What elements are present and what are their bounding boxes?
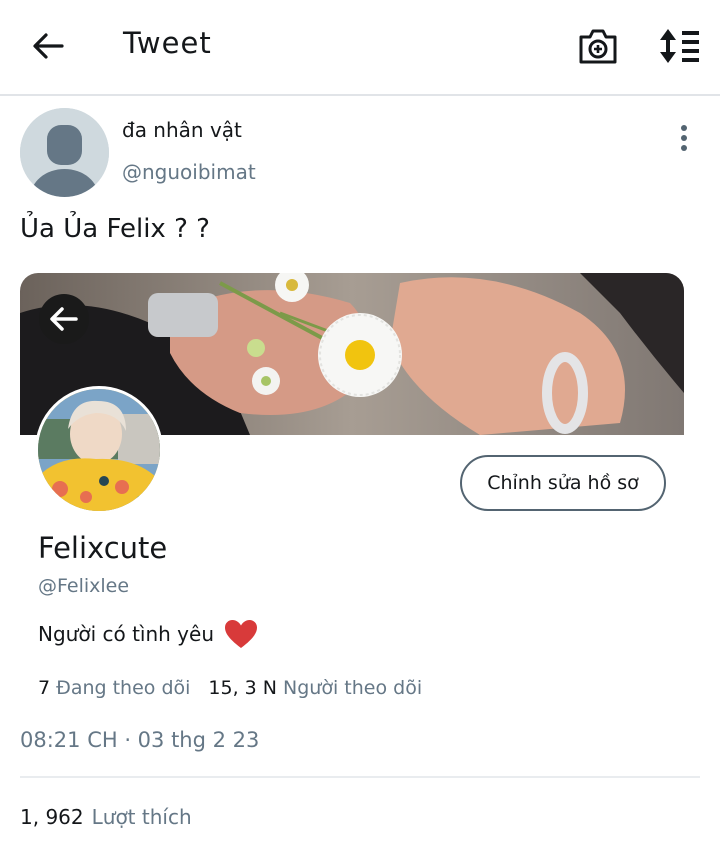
more-vertical-icon: [681, 125, 687, 151]
author-name[interactable]: đa nhân vật: [122, 118, 242, 142]
followers-count[interactable]: 15, 3 N: [208, 677, 277, 699]
following-label[interactable]: Đang theo dõi: [56, 677, 190, 699]
following-count[interactable]: 7: [38, 677, 50, 699]
sort-list-icon: [660, 29, 699, 63]
bio-text: Người có tình yêu: [38, 622, 214, 646]
arrow-left-icon: [33, 33, 64, 59]
page-title: Tweet: [123, 26, 212, 60]
author-avatar[interactable]: [20, 108, 109, 197]
sort-button[interactable]: [657, 26, 701, 66]
add-photo-button[interactable]: [578, 24, 618, 68]
tweet-text: Ủa Ủa Felix ? ?: [20, 214, 210, 244]
default-avatar-icon: [20, 108, 109, 197]
follow-stats: 7 Đang theo dõi 15, 3 N Người theo dõi: [38, 677, 422, 699]
likes-label: Lượt thích: [91, 805, 192, 829]
profile-name: Felixcute: [38, 531, 168, 565]
divider: [20, 776, 700, 778]
profile-bio: Người có tình yêu: [38, 619, 258, 649]
tweet-timestamp: 08:21 CH · 03 thg 2 23: [20, 728, 260, 752]
banner-back-button[interactable]: [39, 294, 89, 344]
edit-profile-button[interactable]: Chỉnh sửa hồ sơ: [460, 455, 666, 511]
arrow-left-icon: [50, 307, 78, 331]
more-options-button[interactable]: [672, 124, 696, 152]
heart-icon: [224, 619, 258, 649]
likes-count: 1, 962: [20, 805, 84, 829]
profile-avatar-photo: [38, 389, 160, 511]
tweet-media-card[interactable]: Chỉnh sửa hồ sơ Felixcute @Felixlee Ngườ…: [20, 273, 684, 706]
followers-label[interactable]: Người theo dõi: [283, 677, 422, 699]
profile-handle: @Felixlee: [38, 575, 130, 597]
camera-plus-icon: [579, 29, 617, 64]
likes-row[interactable]: 1, 962 Lượt thích: [20, 805, 192, 829]
author-handle[interactable]: @nguoibimat: [122, 160, 256, 184]
top-bar: Tweet: [0, 0, 720, 96]
profile-avatar[interactable]: [35, 386, 163, 514]
back-button[interactable]: [28, 26, 68, 66]
